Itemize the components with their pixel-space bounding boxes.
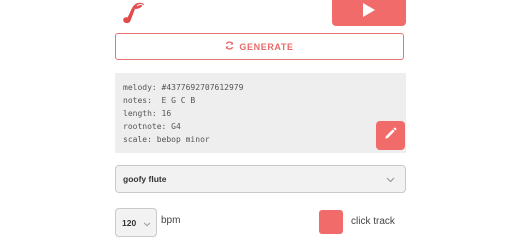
bpm-label: bpm bbox=[161, 215, 181, 226]
melody-scale: scale: bebop minor bbox=[123, 135, 210, 144]
melody-rootnote: rootnote: G4 bbox=[123, 122, 181, 131]
refresh-icon bbox=[225, 41, 234, 52]
chevron-down-icon bbox=[386, 170, 395, 188]
generate-label: GENERATE bbox=[239, 41, 294, 52]
click-track-label: click track bbox=[351, 216, 395, 227]
melody-info-panel: melody: #4377692707612979 notes: E G C B… bbox=[115, 73, 406, 153]
melody-generator-page: GENERATE melody: #4377692707612979 notes… bbox=[0, 0, 520, 245]
play-icon bbox=[362, 2, 376, 23]
instrument-select[interactable]: goofy flute bbox=[115, 165, 406, 193]
click-track-toggle[interactable] bbox=[319, 210, 343, 234]
edit-melody-button[interactable] bbox=[376, 121, 405, 150]
pencil-icon bbox=[384, 127, 397, 145]
bpm-selected-value: 120 bbox=[122, 217, 137, 228]
melody-id: melody: #4377692707612979 bbox=[123, 83, 244, 92]
melody-notes: notes: E G C B bbox=[123, 96, 196, 105]
generate-button[interactable]: GENERATE bbox=[115, 33, 404, 60]
melody-length: length: 16 bbox=[123, 109, 172, 118]
bpm-select[interactable]: 120 bbox=[115, 208, 157, 237]
play-button[interactable] bbox=[332, 0, 406, 26]
instrument-selected-value: goofy flute bbox=[123, 174, 167, 184]
music-note-logo-icon bbox=[120, 0, 148, 24]
chevron-down-icon bbox=[143, 214, 151, 232]
